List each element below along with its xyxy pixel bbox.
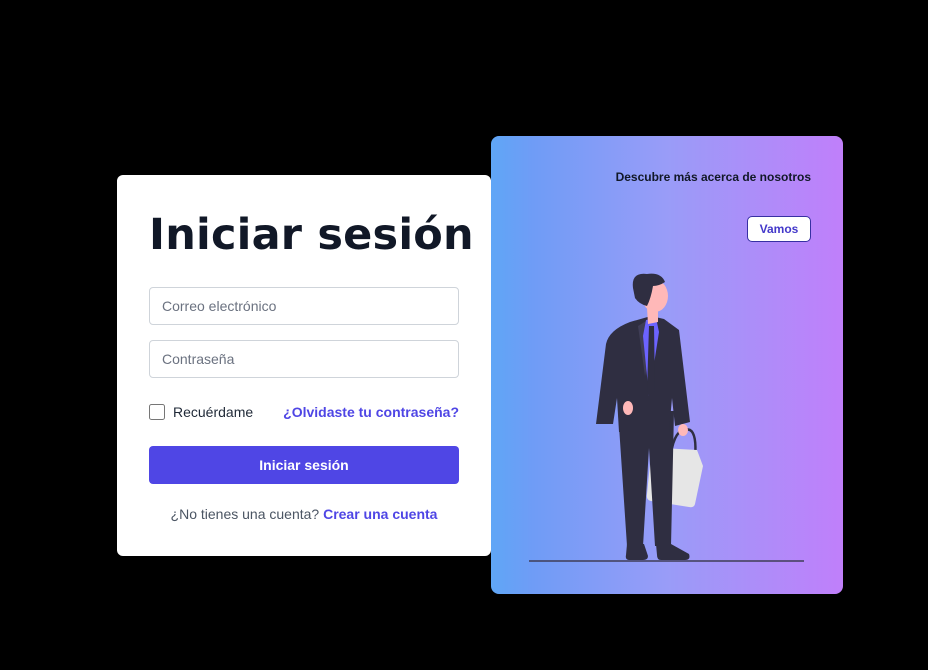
- remember-row: Recuérdame ¿Olvidaste tu contraseña?: [149, 403, 459, 421]
- standing-person-illustration-icon: [529, 273, 804, 562]
- forgot-password-link[interactable]: ¿Olvidaste tu contraseña?: [283, 404, 459, 420]
- create-account-link[interactable]: Crear una cuenta: [323, 506, 437, 522]
- signup-row: ¿No tienes una cuenta? Crear una cuenta: [117, 506, 491, 522]
- remember-label[interactable]: Recuérdame: [173, 404, 253, 420]
- login-title: Iniciar sesión: [149, 210, 474, 260]
- right-shoe: [656, 544, 690, 560]
- page-background: Iniciar sesión Recuérdame ¿Olvidaste tu …: [0, 0, 928, 670]
- left-shoe: [625, 544, 648, 560]
- login-card: Iniciar sesión Recuérdame ¿Olvidaste tu …: [117, 175, 491, 556]
- left-hand: [623, 401, 633, 415]
- password-field[interactable]: [149, 340, 459, 378]
- no-account-text: ¿No tienes una cuenta?: [170, 506, 320, 522]
- email-field[interactable]: [149, 287, 459, 325]
- right-hand: [678, 424, 688, 436]
- promo-panel: Descubre más acerca de nosotros Vamos: [491, 136, 843, 594]
- login-submit-button[interactable]: Iniciar sesión: [149, 446, 459, 484]
- remember-checkbox[interactable]: [149, 404, 165, 420]
